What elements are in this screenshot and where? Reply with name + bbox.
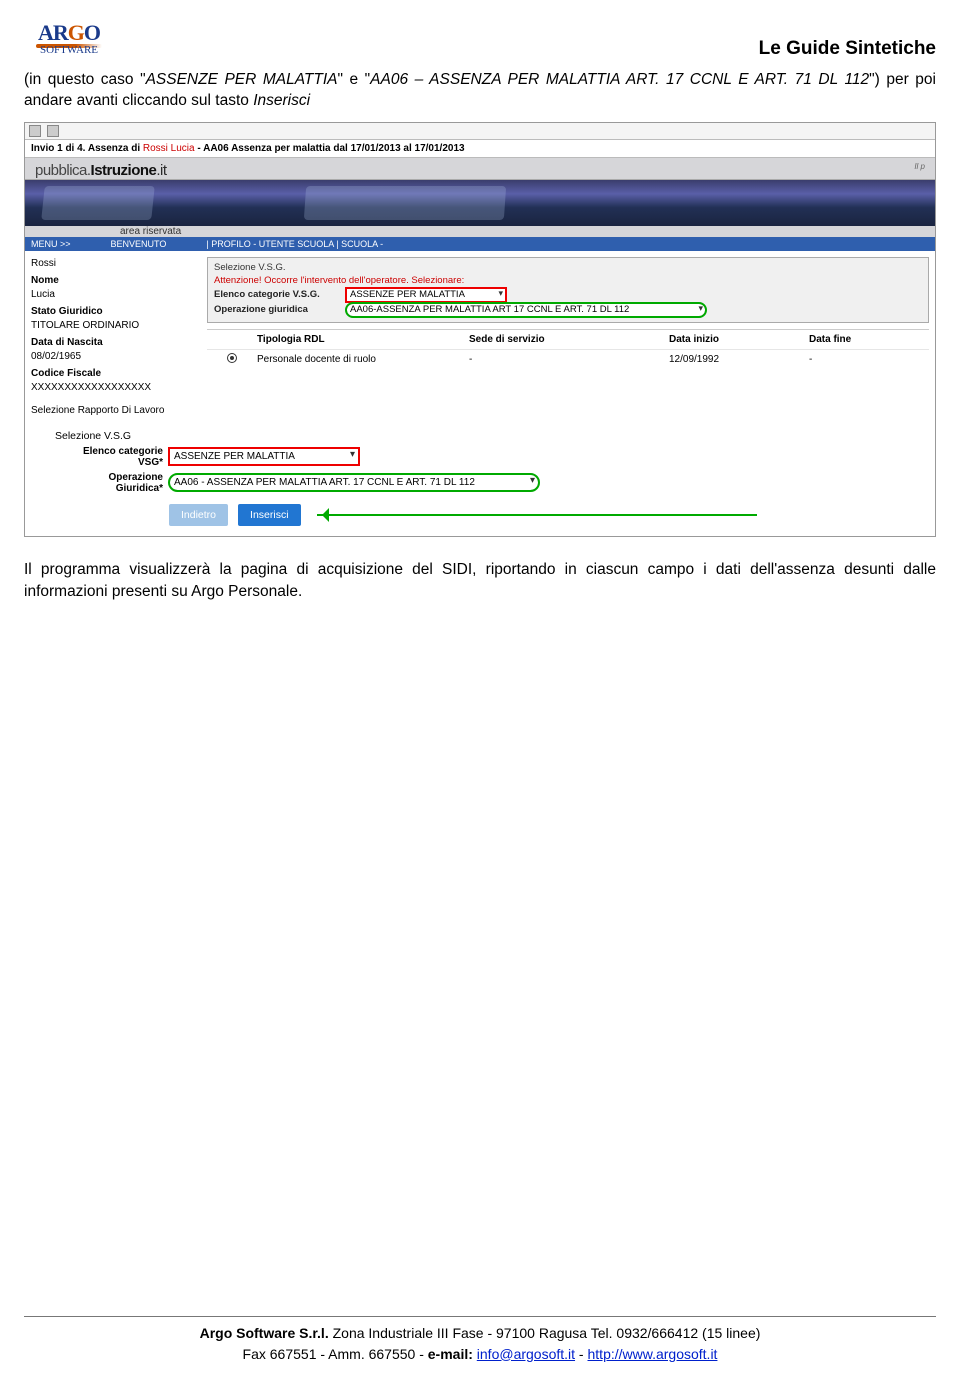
area-riservata-label: area riservata	[25, 226, 935, 237]
profile-links[interactable]: | PROFILO - UTENTE SCUOLA | SCUOLA -	[206, 239, 383, 249]
logo-text-o: O	[84, 20, 100, 45]
argo-logo: ARGO SOFTWARE	[24, 20, 114, 56]
paragraph-1: (in questo caso "ASSENZE PER MALATTIA" e…	[24, 70, 936, 112]
menu-link[interactable]: MENU >>	[31, 239, 71, 249]
footer-email-link[interactable]: info@argosoft.it	[477, 1346, 575, 1362]
istruzione-band: pubblica.Istruzione.it Il p	[25, 158, 935, 180]
tool-icon[interactable]	[29, 125, 41, 137]
logo-sub: SOFTWARE	[40, 44, 98, 56]
name-highlight: Rossi Lucia	[143, 143, 195, 154]
menu-bar: MENU >> BENVENUTO | PROFILO - UTENTE SCU…	[25, 237, 935, 251]
person-details: Rossi Nome Lucia Stato Giuridico TITOLAR…	[31, 257, 201, 418]
dropdown-categorie-bottom[interactable]: ASSENZE PER MALATTIA	[169, 448, 359, 465]
selection-box-top: Selezione V.S.G. Attenzione! Occorre l'i…	[207, 257, 929, 323]
radio-selected[interactable]	[227, 353, 237, 363]
welcome-label: BENVENUTO	[111, 239, 167, 249]
hero-banner	[25, 180, 935, 226]
tool-icon[interactable]	[47, 125, 59, 137]
shot-toolbar	[25, 123, 935, 140]
page-footer: Argo Software S.r.l. Zona Industriale II…	[24, 1316, 936, 1364]
footer-company: Argo Software S.r.l.	[200, 1325, 329, 1341]
inserisci-button[interactable]: Inserisci	[238, 504, 301, 526]
doc-title: Le Guide Sintetiche	[759, 38, 936, 60]
shot-info-bar: Invio 1 di 4. Assenza di Rossi Lucia - A…	[25, 140, 935, 158]
indietro-button[interactable]: Indietro	[169, 504, 228, 526]
footer-url-link[interactable]: http://www.argosoft.it	[588, 1346, 718, 1362]
logo-text-ar: AR	[38, 20, 68, 45]
embedded-screenshot: Invio 1 di 4. Assenza di Rossi Lucia - A…	[24, 122, 936, 537]
warning-text: Attenzione! Occorre l'intervento dell'op…	[214, 275, 922, 286]
paragraph-2: Il programma visualizzerà la pagina di a…	[24, 559, 936, 602]
logo-text-g: G	[68, 20, 84, 45]
rdl-table: Tipologia RDL Sede di servizio Data iniz…	[207, 329, 929, 369]
selection-vsg-bottom: Selezione V.S.G Elenco categorieVSG* ASS…	[25, 424, 935, 536]
dropdown-categorie-top[interactable]: ASSENZE PER MALATTIA	[346, 288, 506, 302]
form-area: Rossi Nome Lucia Stato Giuridico TITOLAR…	[25, 251, 935, 424]
dropdown-operazione-bottom[interactable]: AA06 - ASSENZA PER MALATTIA ART. 17 CCNL…	[169, 474, 539, 491]
green-arrow	[317, 514, 757, 516]
dropdown-operazione-top[interactable]: AA06-ASSENZA PER MALATTIA ART 17 CCNL E …	[346, 303, 706, 317]
page-header: ARGO SOFTWARE Le Guide Sintetiche	[24, 20, 936, 60]
table-row[interactable]: Personale docente di ruolo - 12/09/1992 …	[207, 349, 929, 369]
